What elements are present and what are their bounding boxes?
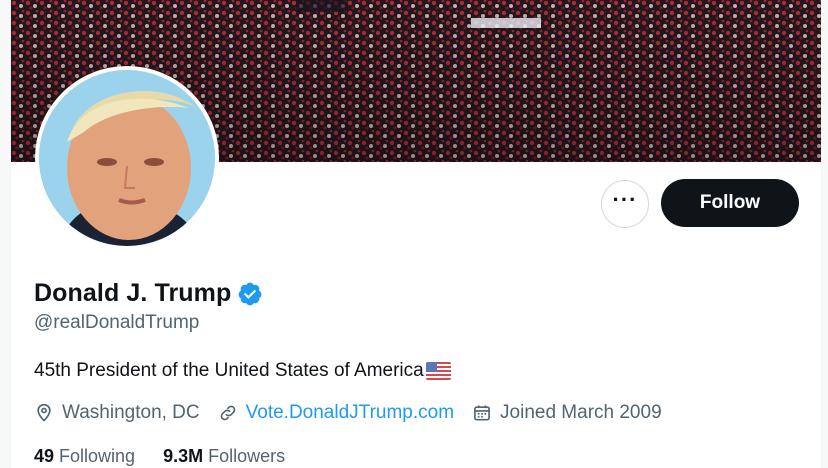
joined-item: Joined March 2009 — [472, 402, 662, 424]
us-flag-icon — [425, 362, 451, 380]
location-text: Washington, DC — [62, 402, 200, 423]
location-item: Washington, DC — [34, 402, 200, 424]
profile-meta: Washington, DC Vote.DonaldJTrump.com Joi… — [34, 402, 680, 424]
avatar-portrait-graphic — [39, 70, 215, 246]
following-count: 49 — [34, 446, 55, 466]
followers-label: Followers — [208, 446, 286, 466]
following-stat[interactable]: 49 Following — [34, 446, 135, 467]
more-dots-icon: ··· — [612, 187, 638, 212]
profile-name: Donald J. Trump — [34, 279, 232, 307]
verified-badge-icon[interactable] — [237, 281, 263, 307]
link-icon — [220, 405, 235, 421]
bio-text: 45th President of the United States of A… — [34, 360, 424, 381]
profile-name-row: Donald J. Trump — [34, 279, 263, 308]
joined-text: Joined March 2009 — [500, 402, 662, 423]
following-label: Following — [59, 446, 136, 466]
profile-avatar[interactable] — [35, 66, 219, 250]
profile-handle: @realDonaldTrump — [34, 312, 200, 333]
profile-stats: 49 Following 9.3M Followers — [34, 446, 313, 467]
map-pin-icon — [37, 403, 51, 422]
profile-bio: 45th President of the United States of A… — [34, 360, 451, 382]
more-options-button[interactable]: ··· — [601, 180, 649, 228]
website-item: Vote.DonaldJTrump.com — [218, 402, 454, 424]
website-link[interactable]: Vote.DonaldJTrump.com — [246, 402, 454, 424]
calendar-icon — [474, 405, 490, 421]
follow-button[interactable]: Follow — [661, 179, 799, 227]
followers-count: 9.3M — [163, 446, 204, 466]
followers-stat[interactable]: 9.3M Followers — [163, 446, 285, 467]
profile-card: ··· Follow Donald J. Trump @realDonaldTr… — [10, 0, 822, 468]
